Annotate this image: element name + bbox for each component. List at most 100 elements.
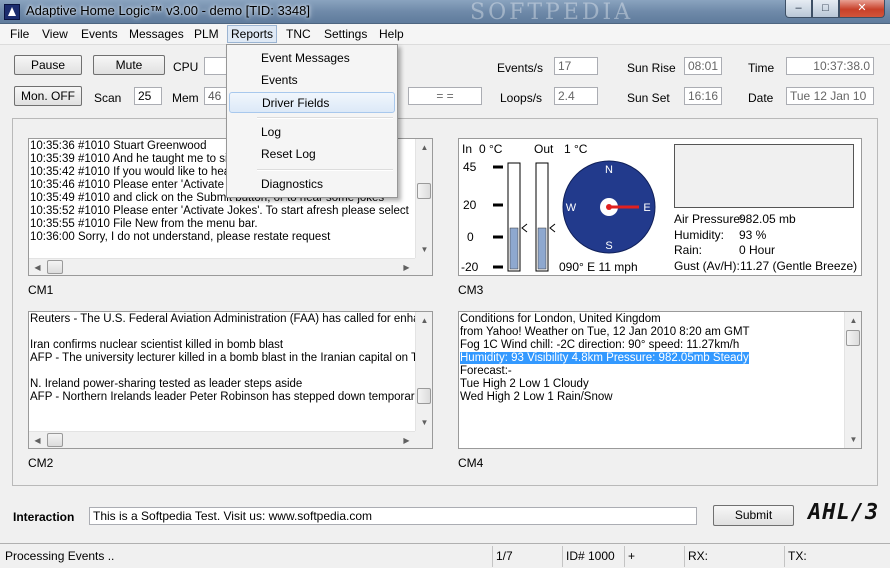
rain-value: 0 Hour [739, 243, 776, 257]
compass-n-label: N [605, 164, 613, 176]
equals-field: = = [408, 87, 482, 105]
scroll-thumb[interactable] [417, 388, 431, 404]
selected-text[interactable]: Humidity: 93 Visibility 4.8km Pressure: … [460, 352, 749, 364]
scroll-left-arrow-icon[interactable]: ◀ [29, 432, 46, 448]
out-thermometer-fill [537, 227, 547, 270]
menu-item-diagnostics[interactable]: Diagnostics [229, 174, 395, 195]
weather-line: Fog 1C Wind chill: -2C direction: 90° sp… [460, 339, 740, 351]
graph-area [674, 144, 854, 208]
cm4-panel[interactable]: Conditions for London, United Kingdom fr… [458, 311, 862, 449]
submit-button[interactable]: Submit [713, 505, 794, 526]
humidity-label: Humidity: [674, 228, 725, 242]
sunset-field: 16:16 [684, 87, 722, 105]
menu-item-events[interactable]: Events [229, 70, 395, 91]
window-title: Adaptive Home Logic™ v3.00 - demo [TID: … [26, 3, 310, 18]
status-plus: + [624, 546, 684, 567]
menu-file[interactable]: File [10, 26, 29, 43]
scroll-right-arrow-icon[interactable]: ▶ [398, 432, 415, 448]
close-button[interactable]: ✕ [839, 0, 885, 18]
cm1-vscrollbar[interactable]: ▲ ▼ [415, 139, 432, 258]
humidity-value: 93 % [739, 228, 767, 242]
scroll-thumb[interactable] [47, 260, 63, 274]
menu-item-event-messages[interactable]: Event Messages [229, 48, 395, 69]
menu-help[interactable]: Help [379, 26, 404, 43]
cm2-hscrollbar[interactable]: ◀ ▶ [29, 431, 415, 448]
interaction-input[interactable]: This is a Softpedia Test. Visit us: www.… [89, 507, 697, 525]
menu-item-reset-log[interactable]: Reset Log [229, 144, 395, 165]
news-line [30, 365, 415, 378]
compass-s-label: S [605, 240, 612, 252]
cm4-text[interactable]: Conditions for London, United Kingdom fr… [459, 312, 844, 448]
mute-button[interactable]: Mute [93, 55, 165, 75]
scan-label: Scan [94, 91, 122, 105]
cm4-caption: CM4 [458, 456, 484, 470]
out-thermometer-marker-icon [549, 223, 556, 233]
status-bar: Processing Events .. 1/7 ID# 1000 + RX: … [0, 543, 890, 568]
weather-line: Wed High 2 Low 1 Rain/Snow [460, 391, 613, 403]
scroll-up-arrow-icon[interactable]: ▲ [845, 312, 861, 329]
menu-tnc[interactable]: TNC [286, 26, 311, 43]
date-label: Date [748, 91, 774, 105]
cm2-vscrollbar[interactable]: ▲ ▼ [415, 312, 432, 431]
gust-value: 11.27 (Gentle Breeze) [740, 259, 858, 273]
menu-events[interactable]: Events [81, 26, 118, 43]
scan-field[interactable]: 25 [134, 87, 162, 105]
in-thermometer-marker-icon [521, 223, 528, 233]
scroll-down-arrow-icon[interactable]: ▼ [845, 431, 861, 448]
menu-separator [257, 169, 393, 171]
scroll-thumb[interactable] [846, 330, 860, 346]
watermark: SOFTPEDIA [470, 0, 634, 25]
maximize-button[interactable]: □ [812, 0, 839, 18]
cm4-vscrollbar[interactable]: ▲ ▼ [844, 312, 861, 448]
cm2-panel[interactable]: Reuters - The U.S. Federal Aviation Admi… [28, 311, 433, 449]
cm2-caption: CM2 [28, 456, 54, 470]
wind-readout: 090° E 11 mph [559, 260, 638, 274]
menu-view[interactable]: View [42, 26, 68, 43]
time-label: Time [748, 61, 775, 75]
scroll-right-arrow-icon[interactable]: ▶ [398, 259, 415, 275]
scroll-corner [415, 431, 432, 448]
scroll-left-arrow-icon[interactable]: ◀ [29, 259, 46, 275]
scroll-up-arrow-icon[interactable]: ▲ [416, 312, 432, 329]
scroll-down-arrow-icon[interactable]: ▼ [416, 414, 432, 431]
menu-settings[interactable]: Settings [324, 26, 367, 43]
compass-e-label: E [643, 202, 650, 214]
log-line: 10:36:00 Sorry, I do not understand, ple… [30, 231, 331, 243]
cm2-text[interactable]: Reuters - The U.S. Federal Aviation Admi… [29, 312, 415, 431]
menu-item-log[interactable]: Log [229, 122, 395, 143]
in-thermometer-fill [509, 227, 519, 270]
scroll-down-arrow-icon[interactable]: ▼ [416, 241, 432, 258]
news-line: Reuters - The U.S. Federal Aviation Admi… [30, 313, 415, 325]
reports-dropdown-menu: Event Messages Events Driver Fields Log … [226, 44, 398, 198]
cpu-field [204, 57, 228, 75]
scroll-up-arrow-icon[interactable]: ▲ [416, 139, 432, 156]
log-line: 10:35:52 #1010 Please enter 'Activate Jo… [30, 205, 409, 217]
cm1-hscrollbar[interactable]: ◀ ▶ [29, 258, 415, 275]
pause-button[interactable]: Pause [14, 55, 82, 75]
news-line: N. Ireland power-sharing tested as leade… [30, 378, 303, 390]
menu-bar: File View Events Messages PLM Reports TN… [0, 24, 890, 45]
menu-plm[interactable]: PLM [194, 26, 219, 43]
ahl-logo: AHL/3 [808, 500, 880, 525]
news-line: AFP - The university lecturer killed in … [30, 352, 415, 364]
scroll-thumb[interactable] [47, 433, 63, 447]
minimize-button[interactable]: – [785, 0, 812, 18]
cm3-weather-panel: In 0 °C Out 1 °C 45 20 0 -20 NSEW 090° E… [458, 138, 862, 276]
status-text: Processing Events .. [5, 549, 115, 563]
menu-item-driver-fields[interactable]: Driver Fields [229, 92, 395, 113]
mon-off-button[interactable]: Mon. OFF [14, 86, 82, 106]
compass-w-label: W [566, 202, 577, 214]
news-line: AFP - Northern Irelands leader Peter Rob… [30, 391, 415, 403]
menu-messages[interactable]: Messages [129, 26, 184, 43]
time-field: 10:37:38.0 [786, 57, 874, 75]
title-bar[interactable]: Adaptive Home Logic™ v3.00 - demo [TID: … [0, 0, 890, 25]
gust-label: Gust (Av/H): [674, 259, 740, 273]
date-field: Tue 12 Jan 10 [786, 87, 874, 105]
scroll-thumb[interactable] [417, 183, 431, 199]
menu-reports[interactable]: Reports [227, 25, 278, 43]
menu-separator [257, 117, 393, 119]
interaction-label: Interaction [13, 510, 75, 524]
status-page: 1/7 [492, 546, 562, 567]
scroll-corner [415, 258, 432, 275]
cm3-caption: CM3 [458, 283, 484, 297]
